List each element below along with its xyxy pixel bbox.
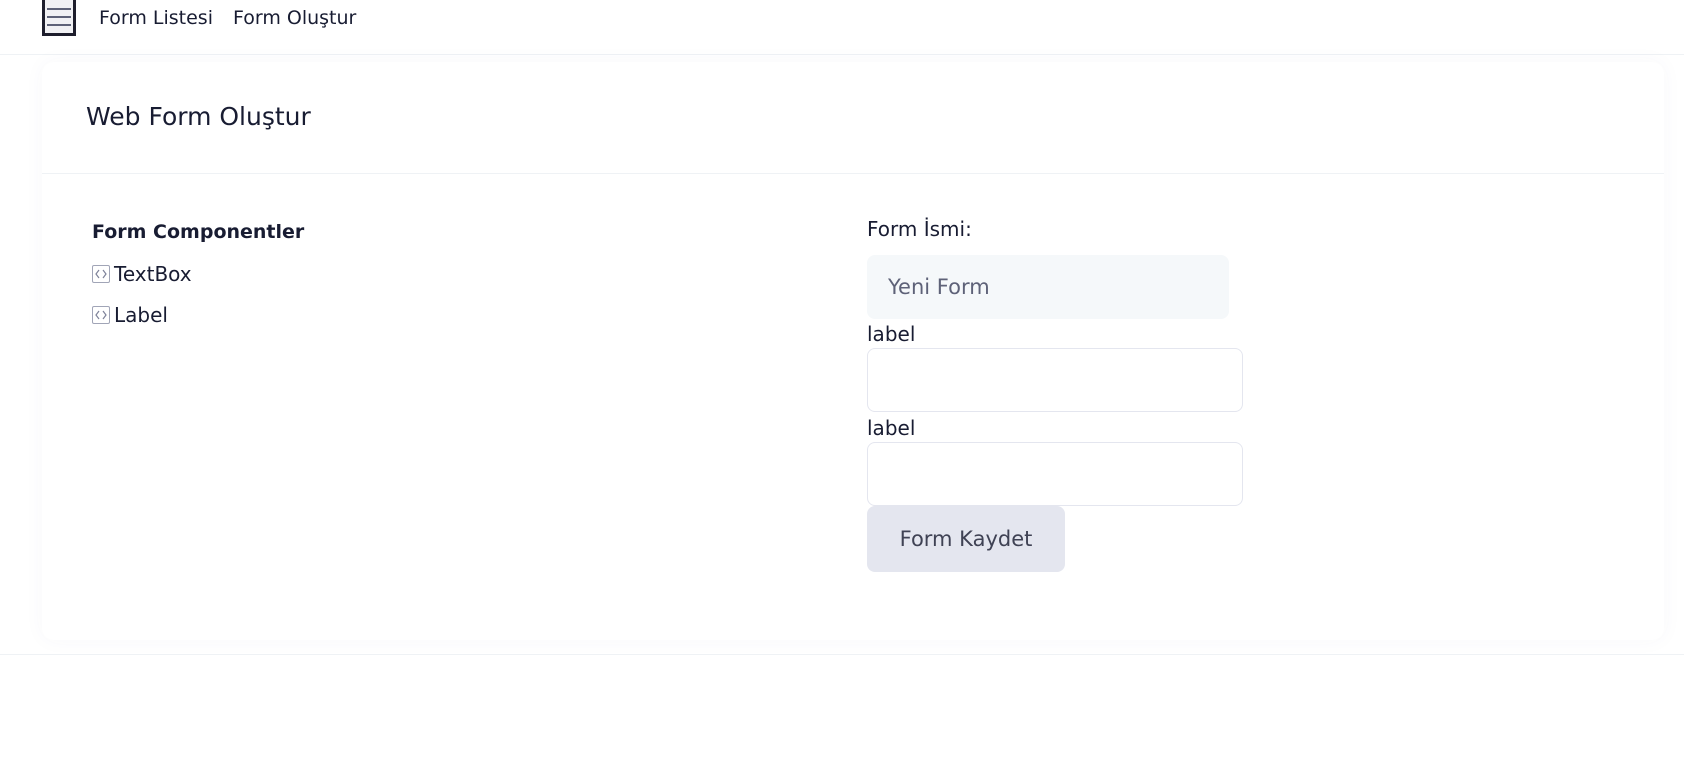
form-builder-card: Web Form Oluştur — [42, 62, 1664, 640]
form-name-input[interactable] — [867, 255, 1229, 319]
component-item-label[interactable]: Label — [92, 303, 168, 327]
hamburger-bar — [47, 23, 71, 26]
hamburger-bar — [47, 7, 71, 10]
main-nav: Form Listesi Form Oluştur — [99, 7, 356, 29]
field-label: label — [867, 416, 916, 440]
page-title: Web Form Oluştur — [86, 102, 311, 131]
field-label: label — [867, 322, 916, 346]
footer-divider — [0, 654, 1684, 655]
hamburger-menu-icon[interactable] — [42, 0, 76, 36]
code-brackets-icon — [92, 306, 110, 324]
nav-link-form-list[interactable]: Form Listesi — [99, 7, 213, 29]
component-item-textbox[interactable]: TextBox — [92, 262, 192, 286]
component-item-label: TextBox — [114, 262, 192, 286]
top-navbar: Form Listesi Form Oluştur — [0, 0, 1684, 55]
nav-link-create-form[interactable]: Form Oluştur — [233, 7, 356, 29]
card-header: Web Form Oluştur — [42, 62, 1664, 174]
code-brackets-icon — [92, 265, 110, 283]
field-input[interactable] — [867, 348, 1243, 412]
form-name-label: Form İsmi: — [867, 217, 972, 241]
hamburger-bar — [47, 15, 71, 18]
field-input[interactable] — [867, 442, 1243, 506]
component-item-text: Label — [114, 303, 168, 327]
components-title: Form Componentler — [92, 221, 305, 243]
save-form-button[interactable]: Form Kaydet — [867, 506, 1065, 572]
